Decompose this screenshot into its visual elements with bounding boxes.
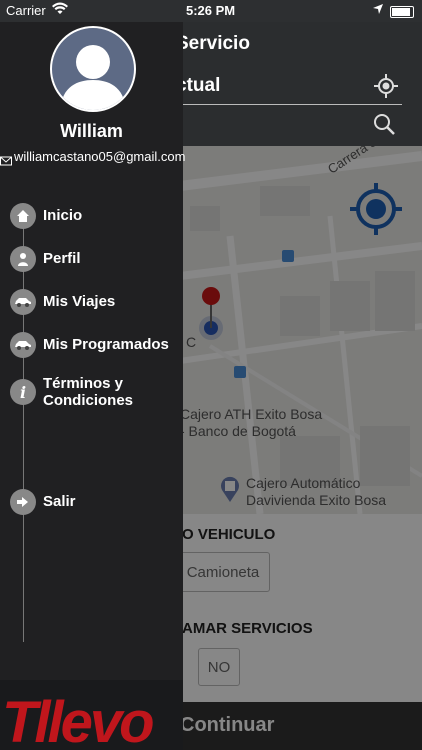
user-email: williamcastano05@gmail.com — [14, 149, 186, 164]
side-drawer: William williamcastano05@gmail.com Inici… — [0, 22, 186, 750]
home-icon — [10, 203, 36, 229]
battery-icon — [390, 6, 414, 18]
page-title: Servicio — [176, 33, 250, 54]
brand-logo: Tllevo — [0, 680, 183, 750]
user-name: William — [60, 121, 123, 141]
logo-wordmark: Tllevo — [2, 690, 153, 750]
menu-label: Mis Programados — [43, 336, 169, 353]
user-silhouette-icon — [60, 45, 126, 110]
menu-item-perfil[interactable]: Perfil — [10, 246, 180, 276]
wifi-icon — [52, 2, 68, 19]
avatar[interactable] — [50, 26, 136, 112]
crosshair-icon[interactable] — [374, 74, 398, 98]
search-field[interactable] — [176, 110, 402, 140]
menu-item-terminos[interactable]: i Términos y Condiciones — [10, 375, 180, 415]
menu-item-mis-viajes[interactable]: Mis Viajes — [10, 289, 180, 319]
info-icon: i — [10, 379, 36, 405]
menu-item-mis-programados[interactable]: Mis Programados — [10, 332, 180, 362]
search-icon[interactable] — [372, 112, 396, 136]
status-bar: Carrier 5:26 PM — [0, 0, 422, 22]
menu-label: Inicio — [43, 207, 83, 224]
menu-label: Mis Viajes — [43, 293, 116, 310]
menu-label: Salir — [43, 493, 76, 510]
carrier-label: Carrier — [6, 3, 46, 18]
current-address-field[interactable]: ctual — [176, 72, 402, 105]
person-icon — [10, 246, 36, 272]
menu-label: Perfil — [43, 250, 81, 267]
menu-item-inicio[interactable]: Inicio — [10, 203, 180, 233]
car-icon — [10, 332, 36, 358]
menu-divider-line — [23, 212, 24, 642]
logout-icon — [10, 489, 36, 515]
menu-label: Términos y Condiciones — [43, 375, 134, 409]
location-arrow-icon — [372, 3, 384, 18]
envelope-icon — [0, 154, 12, 166]
clock: 5:26 PM — [186, 3, 236, 18]
car-icon — [10, 289, 36, 315]
menu-item-salir[interactable]: Salir — [10, 489, 180, 519]
